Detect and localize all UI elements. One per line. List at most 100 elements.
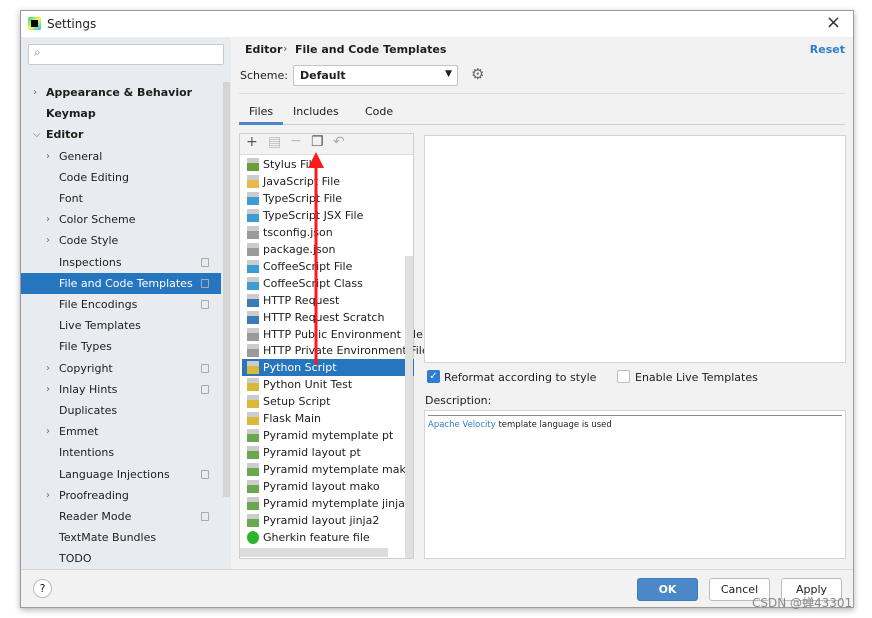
list-horizontal-scrollbar[interactable] — [240, 548, 388, 557]
template-list-item[interactable]: TypeScript JSX File — [242, 207, 414, 224]
template-list-item[interactable]: Setup Script — [242, 393, 414, 410]
sidebar-item-label: TextMate Bundles — [59, 531, 157, 545]
template-list-item[interactable]: Gherkin feature file — [242, 529, 414, 546]
template-list-item[interactable]: CoffeeScript Class — [242, 275, 414, 292]
live-templates-checkbox[interactable] — [617, 370, 630, 383]
template-list-item[interactable]: CoffeeScript File — [242, 258, 414, 275]
sidebar-item-file-encodings[interactable]: File Encodings — [21, 294, 221, 315]
file-type-icon — [247, 225, 259, 239]
template-name: Pyramid layout mako — [263, 480, 380, 494]
template-list-item[interactable]: Pyramid mytemplate pt — [242, 427, 414, 444]
sidebar-item-inlay-hints[interactable]: › Inlay Hints — [21, 379, 221, 400]
sidebar-item-language-injections[interactable]: Language Injections — [21, 464, 221, 485]
template-list-item[interactable]: HTTP Request — [242, 292, 414, 309]
sidebar-item-copyright[interactable]: › Copyright — [21, 358, 221, 379]
sidebar-item-color-scheme[interactable]: › Color Scheme — [21, 209, 221, 230]
sidebar-item-reader-mode[interactable]: Reader Mode — [21, 506, 221, 527]
template-name: JavaScript File — [263, 174, 341, 188]
template-list-item[interactable]: Pyramid layout jinja2 — [242, 512, 414, 529]
live-templates-label[interactable]: Enable Live Templates — [635, 371, 758, 384]
project-scope-icon — [201, 512, 209, 521]
sidebar-item-label: Duplicates — [59, 404, 118, 417]
chevron-right-icon[interactable]: › — [46, 358, 50, 379]
settings-sidebar: ⌕ › Appearance & Behavior Keymap ⌵ Editor › Ge… — [21, 37, 231, 569]
sidebar-item-editor[interactable]: ⌵ Editor — [21, 124, 221, 145]
sidebar-item-keymap[interactable]: Keymap — [21, 103, 221, 124]
sidebar-item-proofreading[interactable]: › Proofreading — [21, 485, 221, 506]
chevron-right-icon[interactable]: › — [46, 146, 50, 167]
sidebar-item-file-and-code-templates[interactable]: File and Code Templates — [21, 272, 221, 294]
revert-icon[interactable]: ↶ — [333, 134, 345, 150]
apache-velocity-link[interactable]: Apache Velocity — [428, 420, 496, 430]
chevron-right-icon[interactable]: › — [46, 230, 50, 251]
template-list-item[interactable]: HTTP Request Scratch — [242, 309, 414, 326]
ok-button[interactable]: OK — [637, 578, 698, 601]
file-type-icon — [247, 293, 259, 307]
sidebar-item-label: File Types — [59, 340, 112, 354]
template-list-item[interactable]: Pyramid layout pt — [242, 444, 414, 461]
sidebar-item-label: File and Code Templates — [59, 276, 193, 290]
template-list-item[interactable]: HTTP Private Environment File — [242, 342, 429, 359]
template-list-item[interactable]: tsconfig.json — [242, 224, 414, 241]
chevron-right-icon[interactable]: › — [46, 485, 50, 506]
sidebar-item-general[interactable]: › General — [21, 146, 221, 167]
minus-icon[interactable]: − — [290, 133, 302, 149]
reformat-checkbox[interactable]: ✓ — [427, 370, 440, 383]
tab-files[interactable]: Files — [239, 101, 284, 125]
sidebar-scrollbar[interactable] — [223, 82, 230, 497]
template-list-item[interactable]: Stylus File — [242, 156, 414, 173]
sidebar-item-intentions[interactable]: Intentions — [21, 442, 221, 463]
file-type-icon — [247, 463, 259, 477]
search-input[interactable]: ⌕ — [28, 44, 224, 65]
chevron-right-icon[interactable]: › — [46, 209, 50, 230]
template-name: TypeScript File — [263, 191, 343, 205]
template-name: HTTP Private Environment File — [263, 344, 429, 358]
file-type-icon — [247, 395, 259, 409]
chevron-right-icon[interactable]: › — [46, 421, 50, 442]
copy-icon[interactable]: ❐ — [311, 134, 324, 150]
add-child-icon[interactable]: ▤ — [268, 134, 281, 150]
sidebar-item-appearance-behavior[interactable]: › Appearance & Behavior — [21, 82, 221, 103]
tab-code[interactable]: Code — [355, 101, 403, 125]
sidebar-item-textmate-bundles[interactable]: TextMate Bundles — [21, 527, 221, 548]
chevron-right-icon[interactable]: › — [33, 82, 37, 103]
sidebar-item-inspections[interactable]: Inspections — [21, 252, 221, 273]
tab-includes[interactable]: Includes — [283, 101, 349, 125]
sidebar-item-code-editing[interactable]: Code Editing — [21, 167, 221, 188]
file-type-icon — [247, 344, 259, 358]
sidebar-item-file-types[interactable]: File Types — [21, 336, 221, 357]
scheme-select[interactable]: Default ▼ — [293, 65, 458, 86]
sidebar-item-emmet[interactable]: › Emmet — [21, 421, 221, 442]
template-list-item[interactable]: TypeScript File — [242, 190, 414, 207]
chevron-down-icon[interactable]: ⌵ — [33, 124, 41, 145]
template-list-item[interactable]: Pyramid mytemplate jinja2 — [242, 495, 414, 512]
template-list-item[interactable]: Python Unit Test — [242, 376, 414, 393]
sidebar-item-live-templates[interactable]: Live Templates — [21, 315, 221, 336]
template-list-item[interactable]: Python Script — [242, 359, 414, 377]
sidebar-item-label: General — [59, 149, 103, 163]
chevron-down-icon: ▼ — [445, 69, 452, 79]
reset-link[interactable]: Reset — [810, 43, 845, 56]
template-list-item[interactable]: JavaScript File — [242, 173, 414, 190]
sidebar-item-duplicates[interactable]: Duplicates — [21, 400, 221, 421]
description-panel: Apache Velocity template language is use… — [424, 410, 846, 559]
template-list-item[interactable]: package.json — [242, 241, 414, 258]
template-list-item[interactable]: HTTP Public Environment File — [242, 326, 423, 343]
sidebar-item-font[interactable]: Font — [21, 188, 221, 209]
help-button[interactable]: ? — [33, 579, 52, 598]
template-list-item[interactable]: Pyramid mytemplate mako — [242, 461, 414, 478]
sidebar-item-todo[interactable]: TODO — [21, 548, 221, 569]
list-vertical-scrollbar[interactable] — [405, 256, 413, 558]
close-button[interactable]: × — [826, 12, 841, 33]
sidebar-item-code-style[interactable]: › Code Style — [21, 230, 221, 251]
gear-icon[interactable]: ⚙ — [471, 65, 484, 83]
reformat-label[interactable]: Reformat according to style — [444, 371, 596, 384]
chevron-right-icon[interactable]: › — [46, 379, 50, 400]
template-list-item[interactable]: Flask Main — [242, 410, 414, 427]
plus-icon[interactable]: + — [246, 134, 258, 150]
breadcrumb-editor[interactable]: Editor — [245, 43, 282, 56]
divider — [239, 93, 845, 94]
template-list-item[interactable]: Pyramid layout mako — [242, 478, 414, 495]
template-editor[interactable] — [424, 135, 846, 363]
sidebar-item-label: Reader Mode — [59, 510, 132, 523]
